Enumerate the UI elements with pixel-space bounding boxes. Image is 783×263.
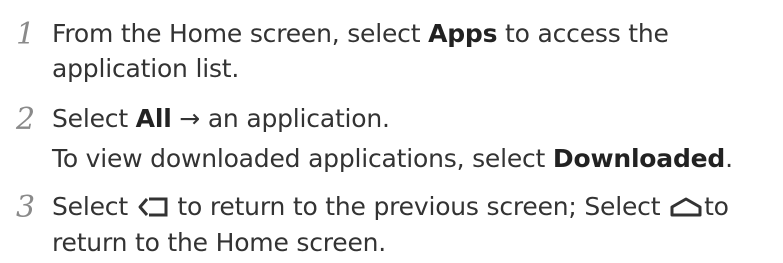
step-3-text-pre: Select [52,192,136,221]
step-2-downloaded-label: Downloaded [552,144,726,173]
instruction-steps: 1 From the Home screen, select Apps to a… [0,0,783,263]
step-3-line-2: return to the Home screen. [52,228,387,257]
step-number-2: 2 [16,102,36,137]
arrow-icon: → [171,104,208,133]
step-1-line-1: From the Home screen, select Apps to acc… [52,21,669,46]
step-2-line-2-pre: To view downloaded applications, select [52,144,553,173]
step-3-text-mid: to return to the previous screen; Select [169,192,669,221]
step-2-text-pre: Select [52,104,136,133]
step-3-line-1: Select to return to the previous screen;… [52,194,729,222]
step-2-text-post: an application. [207,104,390,133]
step-1-text-pre: From the Home screen, select [52,19,429,48]
step-2-all-label: All [135,104,172,133]
step-2-line-2: To view downloaded applications, select … [52,146,733,171]
step-2-line-1: Select All → an application. [52,106,390,131]
step-1-text-post: to access the [497,19,669,48]
step-number-1: 1 [16,17,36,52]
step-1-apps-label: Apps [428,19,498,48]
back-icon [138,196,168,222]
step-2-line-2-post: . [725,144,733,173]
home-icon [670,196,702,222]
step-number-3: 3 [16,190,36,225]
step-3-text-post: to [704,192,729,221]
step-1-line-2: application list. [52,54,240,83]
